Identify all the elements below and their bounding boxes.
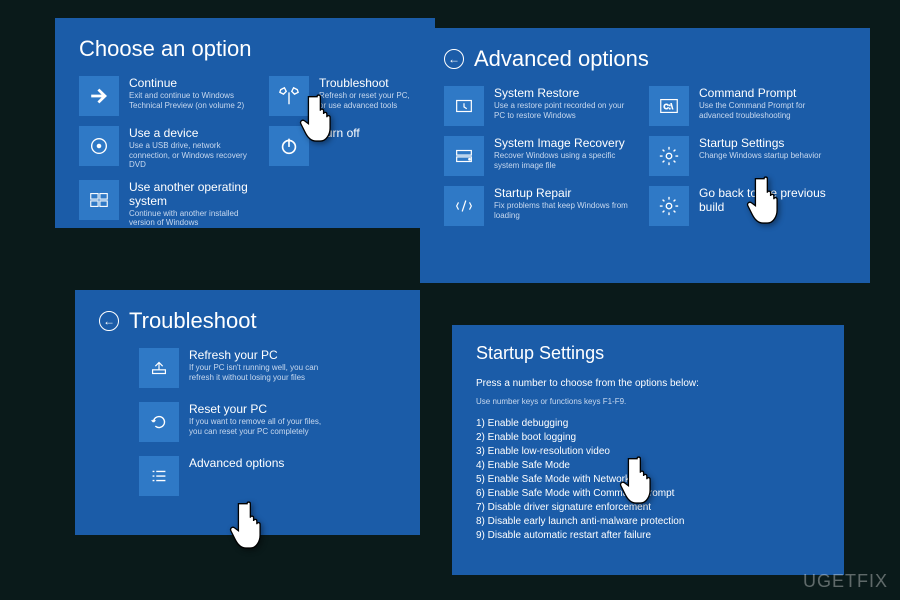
page-title: ← Troubleshoot [99, 308, 396, 334]
list-item[interactable]: 1) Enable debugging [476, 418, 820, 429]
advanced-options-panel: ← Advanced options System RestoreUse a r… [420, 28, 870, 283]
list-item[interactable]: 8) Disable early launch anti-malware pro… [476, 516, 820, 527]
terminal-icon: C:\ [649, 86, 689, 126]
repair-icon [444, 186, 484, 226]
refresh-icon [139, 348, 179, 388]
gear-icon [649, 136, 689, 176]
list-item[interactable]: 3) Enable low-resolution video [476, 446, 820, 457]
refresh-pc-tile[interactable]: Refresh your PCIf your PC isn't running … [139, 348, 324, 388]
options-list: 1) Enable debugging 2) Enable boot loggi… [476, 418, 820, 541]
system-image-tile[interactable]: System Image RecoveryRecover Windows usi… [444, 136, 629, 176]
list-item[interactable]: 5) Enable Safe Mode with Networking [476, 474, 820, 485]
page-title: ← Advanced options [444, 46, 846, 72]
list-item[interactable]: 6) Enable Safe Mode with Command Prompt [476, 488, 820, 499]
watermark: UGETFIX [803, 571, 888, 592]
hint: Use number keys or functions keys F1-F9. [476, 397, 820, 406]
page-title: Choose an option [79, 36, 411, 62]
power-icon [269, 126, 309, 166]
go-back-tile[interactable]: Go back to the previous build [649, 186, 834, 226]
list-item[interactable]: 2) Enable boot logging [476, 432, 820, 443]
troubleshoot-panel: ← Troubleshoot Refresh your PCIf your PC… [75, 290, 420, 535]
startup-repair-tile[interactable]: Startup RepairFix problems that keep Win… [444, 186, 629, 226]
subtitle: Press a number to choose from the option… [476, 378, 820, 389]
use-device-tile[interactable]: Use a deviceUse a USB drive, network con… [79, 126, 249, 170]
list-item[interactable]: 4) Enable Safe Mode [476, 460, 820, 471]
svg-text:C:\: C:\ [664, 102, 674, 111]
tools-icon [269, 76, 309, 116]
command-prompt-tile[interactable]: C:\ Command PromptUse the Command Prompt… [649, 86, 834, 126]
back-icon[interactable]: ← [444, 49, 464, 69]
disc-icon [79, 126, 119, 166]
reset-pc-tile[interactable]: Reset your PCIf you want to remove all o… [139, 402, 324, 442]
list-item[interactable]: 9) Disable automatic restart after failu… [476, 530, 820, 541]
use-os-tile[interactable]: Use another operating systemContinue wit… [79, 180, 249, 228]
restore-icon [444, 86, 484, 126]
troubleshoot-tile[interactable]: TroubleshootRefresh or reset your PC, or… [269, 76, 419, 116]
choose-option-panel: Choose an option ContinueExit and contin… [55, 18, 435, 228]
gear-icon [649, 186, 689, 226]
tile-grid: Refresh your PCIf your PC isn't running … [99, 348, 396, 496]
drive-icon [444, 136, 484, 176]
back-icon[interactable]: ← [99, 311, 119, 331]
list-icon [139, 456, 179, 496]
tile-grid: ContinueExit and continue to Windows Tec… [79, 76, 411, 228]
continue-tile[interactable]: ContinueExit and continue to Windows Tec… [79, 76, 249, 116]
startup-settings-tile[interactable]: Startup SettingsChange Windows startup b… [649, 136, 834, 176]
reset-icon [139, 402, 179, 442]
list-item[interactable]: 7) Disable driver signature enforcement [476, 502, 820, 513]
advanced-options-tile[interactable]: Advanced options [139, 456, 324, 496]
startup-settings-panel: Startup Settings Press a number to choos… [452, 325, 844, 575]
tile-grid: System RestoreUse a restore point record… [444, 86, 846, 226]
system-restore-tile[interactable]: System RestoreUse a restore point record… [444, 86, 629, 126]
page-title: Startup Settings [476, 343, 820, 364]
turnoff-tile[interactable]: Turn off [269, 126, 419, 166]
arrow-right-icon [79, 76, 119, 116]
windows-icon [79, 180, 119, 220]
